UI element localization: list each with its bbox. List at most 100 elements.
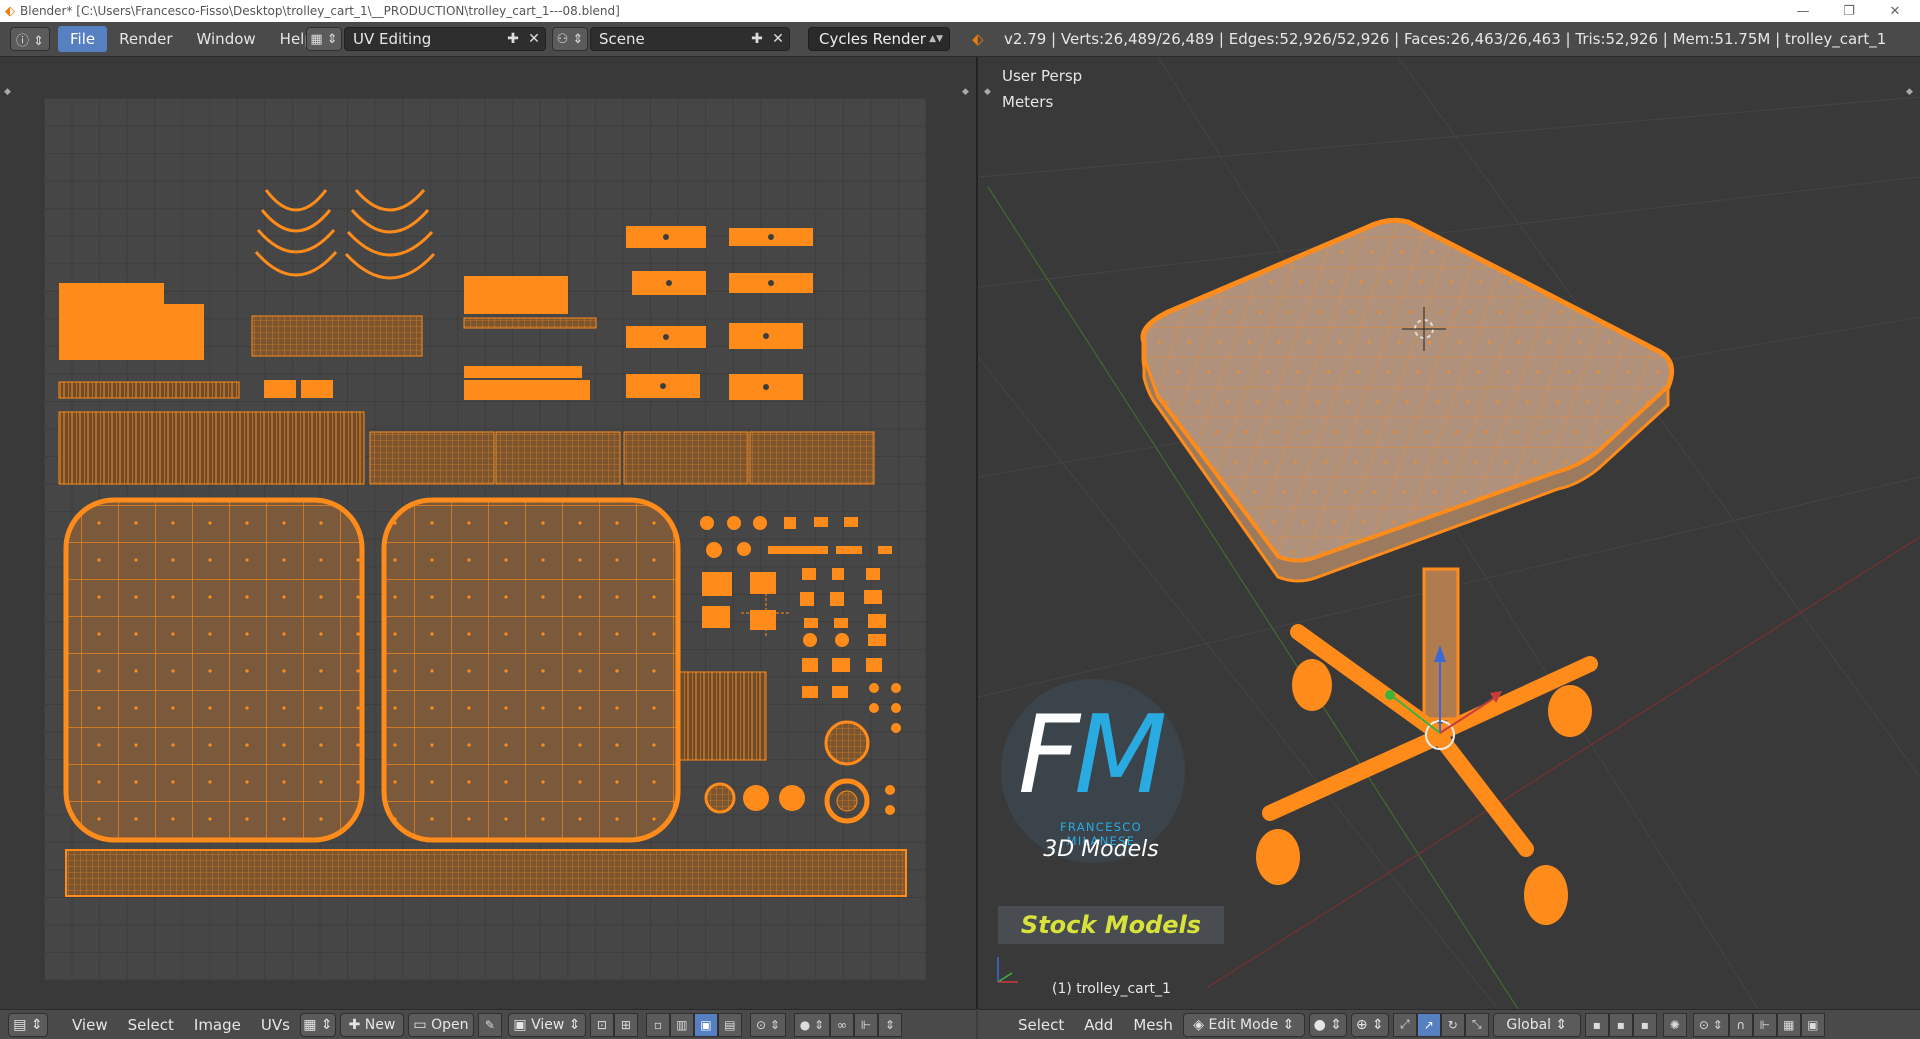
- scene-close-icon[interactable]: ✕: [768, 29, 788, 49]
- orientation-dropdown[interactable]: Global ⇕: [1492, 1012, 1581, 1037]
- scene-name: Scene: [599, 30, 645, 48]
- window-titlebar: ⬖ Blender* [C:\Users\Francesco-Fisso\Des…: [0, 0, 1920, 22]
- layer-icon-1[interactable]: ▪: [1584, 1012, 1609, 1037]
- trolley-tabletop: [1140, 217, 1675, 583]
- chevron-updown-icon: ▲▼: [929, 34, 943, 44]
- magnet-icon[interactable]: ∩: [1728, 1012, 1753, 1037]
- uv-menu-uvs[interactable]: UVs: [251, 1016, 300, 1034]
- plus-icon[interactable]: ✚: [503, 29, 523, 49]
- vp-menu-add[interactable]: Add: [1074, 1016, 1123, 1034]
- uv-island-grill: [58, 411, 365, 485]
- translate-icon[interactable]: ↗: [1416, 1012, 1441, 1037]
- scene-field[interactable]: Scene ✚ ✕: [590, 27, 790, 51]
- uv-island-caps: [626, 226, 813, 400]
- uv-island-strips-a: [251, 315, 423, 357]
- minimize-button[interactable]: —: [1780, 0, 1826, 22]
- uv-island-block-b: [464, 276, 568, 314]
- snap-icon[interactable]: ⊡: [589, 1012, 614, 1037]
- render-engine-dropdown[interactable]: Cycles Render ▲▼: [808, 27, 950, 51]
- vp-menu-mesh[interactable]: Mesh: [1123, 1016, 1183, 1034]
- uv-island-tabletop-a: [63, 497, 365, 843]
- shading-icon[interactable]: ● ⇕: [1308, 1012, 1347, 1037]
- open-image-label: Open: [431, 1016, 469, 1033]
- watermark-logo: FM: [1018, 702, 1167, 810]
- orientation-label: Global: [1506, 1016, 1552, 1033]
- blender-logo-icon: ⬖: [5, 3, 15, 19]
- info-header: ⓘ ⇕ File Render Window Help ▦ ⇕ UV Editi…: [0, 22, 1920, 57]
- view-mode-dropdown[interactable]: ▣ View ⇕: [507, 1012, 586, 1037]
- link-icon[interactable]: ∞: [829, 1012, 854, 1037]
- scope-icon[interactable]: ⇕: [877, 1012, 902, 1037]
- uv-menu-select[interactable]: Select: [118, 1016, 184, 1034]
- screen-layout-name: UV Editing: [353, 30, 432, 48]
- select-face-icon[interactable]: ▣: [693, 1012, 718, 1037]
- mode-label: Edit Mode: [1208, 1016, 1279, 1033]
- screen-layout-icon[interactable]: ▦ ⇕: [306, 27, 342, 51]
- window-title: Blender* [C:\Users\Francesco-Fisso\Deskt…: [20, 4, 620, 18]
- rotate-icon[interactable]: ↻: [1440, 1012, 1465, 1037]
- open-image-button[interactable]: ▭ Open: [407, 1012, 474, 1037]
- floor-grid: [978, 57, 1920, 1009]
- uv-editor-header: ▤ ⇕ View Select Image UVs ▦ ⇕ ✚ New ▭ Op…: [0, 1009, 976, 1039]
- region-toggle-right-icon[interactable]: ◆: [962, 87, 972, 97]
- snap-target-icon[interactable]: ⊩: [1752, 1012, 1777, 1037]
- manipulator-toggle-icon[interactable]: ⤢: [1392, 1012, 1417, 1037]
- camera-icon[interactable]: ▣: [1800, 1012, 1825, 1037]
- watermark-logo-m: M: [1074, 693, 1167, 818]
- select-island-icon[interactable]: ▤: [717, 1012, 742, 1037]
- close-window-button[interactable]: ✕: [1872, 0, 1918, 22]
- editor-type-icon[interactable]: ▤ ⇕: [8, 1012, 48, 1037]
- region-toggle-icon[interactable]: ◆: [4, 87, 14, 97]
- snap-element-icon[interactable]: ⊙ ⇕: [1692, 1012, 1729, 1037]
- 3d-view-header: Select Add Mesh ◈ Edit Mode ⇕ ● ⇕ ⊕ ⇕ ⤢ …: [978, 1009, 1920, 1039]
- select-vertex-icon[interactable]: ▫: [645, 1012, 670, 1037]
- select-edge-icon[interactable]: ▥: [669, 1012, 694, 1037]
- menu-file[interactable]: File: [58, 26, 108, 52]
- scene-stats: v2.79 | Verts:26,489/26,489 | Edges:52,9…: [1004, 30, 1887, 48]
- uv-island-arcs: [254, 189, 436, 280]
- uv-menu-image[interactable]: Image: [184, 1016, 251, 1034]
- 3d-viewport[interactable]: ◆ ◆ User Persp Meters FM FRANCESCO MILAN…: [978, 57, 1920, 1009]
- pivot-point-icon[interactable]: ⊕ ⇕: [1350, 1012, 1389, 1037]
- scene-icon[interactable]: ⚇ ⇕: [552, 27, 588, 51]
- new-image-label: New: [364, 1016, 396, 1033]
- uv-island-tabletop-b: [381, 497, 681, 843]
- screen-layout-field[interactable]: UV Editing ✚ ✕: [344, 27, 546, 51]
- watermark-stock-badge: Stock Models: [998, 906, 1224, 944]
- uv-menu-view[interactable]: View: [62, 1016, 118, 1034]
- uv-island-wheel: [824, 720, 870, 766]
- vp-menu-select[interactable]: Select: [1008, 1016, 1074, 1034]
- sync-select-icon[interactable]: ⊞: [613, 1012, 638, 1037]
- uv-grid-canvas[interactable]: [44, 98, 926, 980]
- proportional-edit-icon[interactable]: ✺: [1662, 1012, 1687, 1037]
- uv-island-grill-small: [679, 671, 767, 761]
- layer-icon-3[interactable]: ▪: [1632, 1012, 1657, 1037]
- pivot-icon[interactable]: ⊙ ⇕: [749, 1012, 786, 1037]
- blender-engine-icon: ⬖: [972, 30, 984, 48]
- blender-window: ⬖ Blender* [C:\Users\Francesco-Fisso\Des…: [0, 0, 1920, 1039]
- view-mode-label: View: [531, 1016, 565, 1033]
- scale-icon[interactable]: ⤡: [1464, 1012, 1489, 1037]
- image-browse-icon[interactable]: ▦ ⇕: [299, 1012, 336, 1037]
- scene-plus-icon[interactable]: ✚: [747, 29, 767, 49]
- uv-image-editor[interactable]: ◆ ◆: [0, 57, 976, 1009]
- mode-dropdown[interactable]: ◈ Edit Mode ⇕: [1182, 1012, 1305, 1037]
- cursor-icon: [741, 588, 791, 638]
- menu-window[interactable]: Window: [185, 26, 268, 52]
- close-icon[interactable]: ✕: [524, 29, 544, 49]
- new-image-button[interactable]: ✚ New: [339, 1012, 404, 1037]
- info-editor-icon[interactable]: ⓘ ⇕: [10, 27, 50, 51]
- snap-type-icon[interactable]: ⊩: [853, 1012, 878, 1037]
- menu-render[interactable]: Render: [107, 26, 184, 52]
- render-preview-icon[interactable]: ▦: [1776, 1012, 1801, 1037]
- layer-icon-2[interactable]: ▪: [1608, 1012, 1633, 1037]
- render-engine-value: Cycles Render: [819, 30, 926, 48]
- uv-islands: [58, 189, 907, 897]
- watermark-subtitle: 3D Models: [1043, 837, 1159, 862]
- pin-icon[interactable]: ✎: [477, 1012, 502, 1037]
- viewport-scene: [978, 57, 1920, 1009]
- active-object-label: (1) trolley_cart_1: [1052, 981, 1171, 997]
- restore-button[interactable]: ❐: [1826, 0, 1872, 22]
- proportional-icon[interactable]: ● ⇕: [793, 1012, 830, 1037]
- uv-island-rim-strip: [65, 849, 907, 897]
